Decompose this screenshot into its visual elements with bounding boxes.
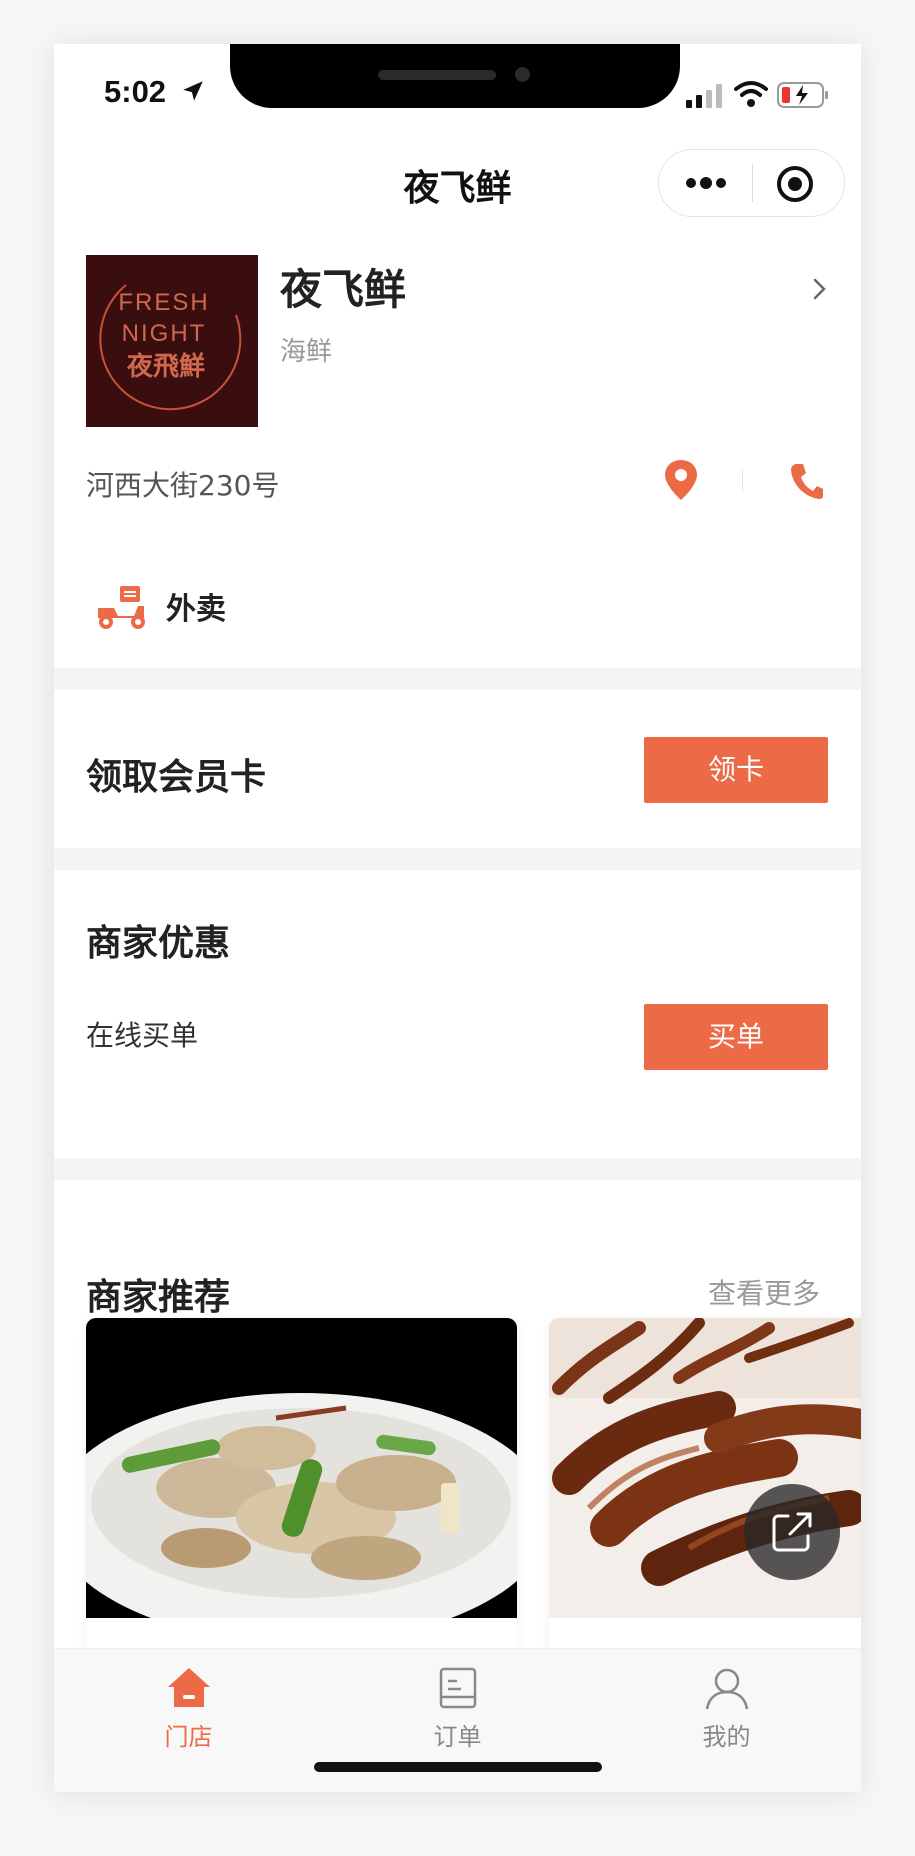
online-pay-label: 在线买单 [86,1019,199,1052]
phone-icon[interactable] [790,462,824,500]
home-indicator[interactable] [314,1762,602,1772]
tab-label: 门店 [164,1723,213,1751]
section-divider [54,668,861,690]
user-icon [705,1668,749,1710]
location-arrow-icon [183,81,203,101]
tab-mine[interactable]: 我的 [592,1649,861,1759]
recommend-title: 商家推荐 [86,1277,231,1318]
phone-screen: 5:02 夜飞鲜 FRESH NIGHT 夜飛鮮 夜飞鲜 海鲜 河西大街230号… [54,44,861,1792]
device-notch [230,44,680,108]
store-name[interactable]: 夜飞鲜 [280,256,406,317]
home-icon [168,1668,210,1707]
store-logo: FRESH NIGHT 夜飛鮮 [86,255,258,427]
svg-text:NIGHT: NIGHT [122,320,207,347]
store-category: 海鲜 [280,337,333,367]
battery-icon [777,82,828,108]
delivery-scooter-icon [98,586,145,629]
tab-store[interactable]: 门店 [54,1649,323,1759]
signal-icon [686,84,722,108]
member-card-title: 领取会员卡 [86,757,267,798]
see-more-link[interactable]: 查看更多 [708,1272,820,1312]
map-pin-icon[interactable] [662,458,700,502]
status-bar: 5:02 [54,44,861,144]
tab-orders[interactable]: 订单 [323,1649,592,1759]
svg-text:FRESH: FRESH [118,289,209,316]
store-logo-image: FRESH NIGHT 夜飛鮮 [86,255,258,427]
tab-label: 我的 [702,1723,751,1751]
dish-image-clams [86,1318,517,1618]
miniprogram-capsule [658,149,845,217]
svg-text:夜飛鮮: 夜飛鮮 [126,351,205,382]
takeout-service-label[interactable]: 外卖 [166,584,226,628]
pay-bill-button[interactable]: 买单 [644,1004,828,1070]
close-miniprogram-icon[interactable] [775,164,815,204]
offers-title: 商家优惠 [86,923,231,964]
share-icon [772,1512,812,1552]
status-time: 5:02 [104,74,167,109]
more-options-icon[interactable] [683,167,729,199]
chevron-right-icon[interactable] [810,274,830,304]
get-member-card-button[interactable]: 领卡 [644,737,828,803]
section-divider [54,848,861,870]
section-divider [54,1158,861,1180]
order-icon [439,1667,477,1709]
store-address: 河西大街230号 [86,469,280,502]
wifi-icon [734,81,768,107]
tab-label: 订单 [433,1723,482,1751]
share-button[interactable] [744,1484,840,1580]
